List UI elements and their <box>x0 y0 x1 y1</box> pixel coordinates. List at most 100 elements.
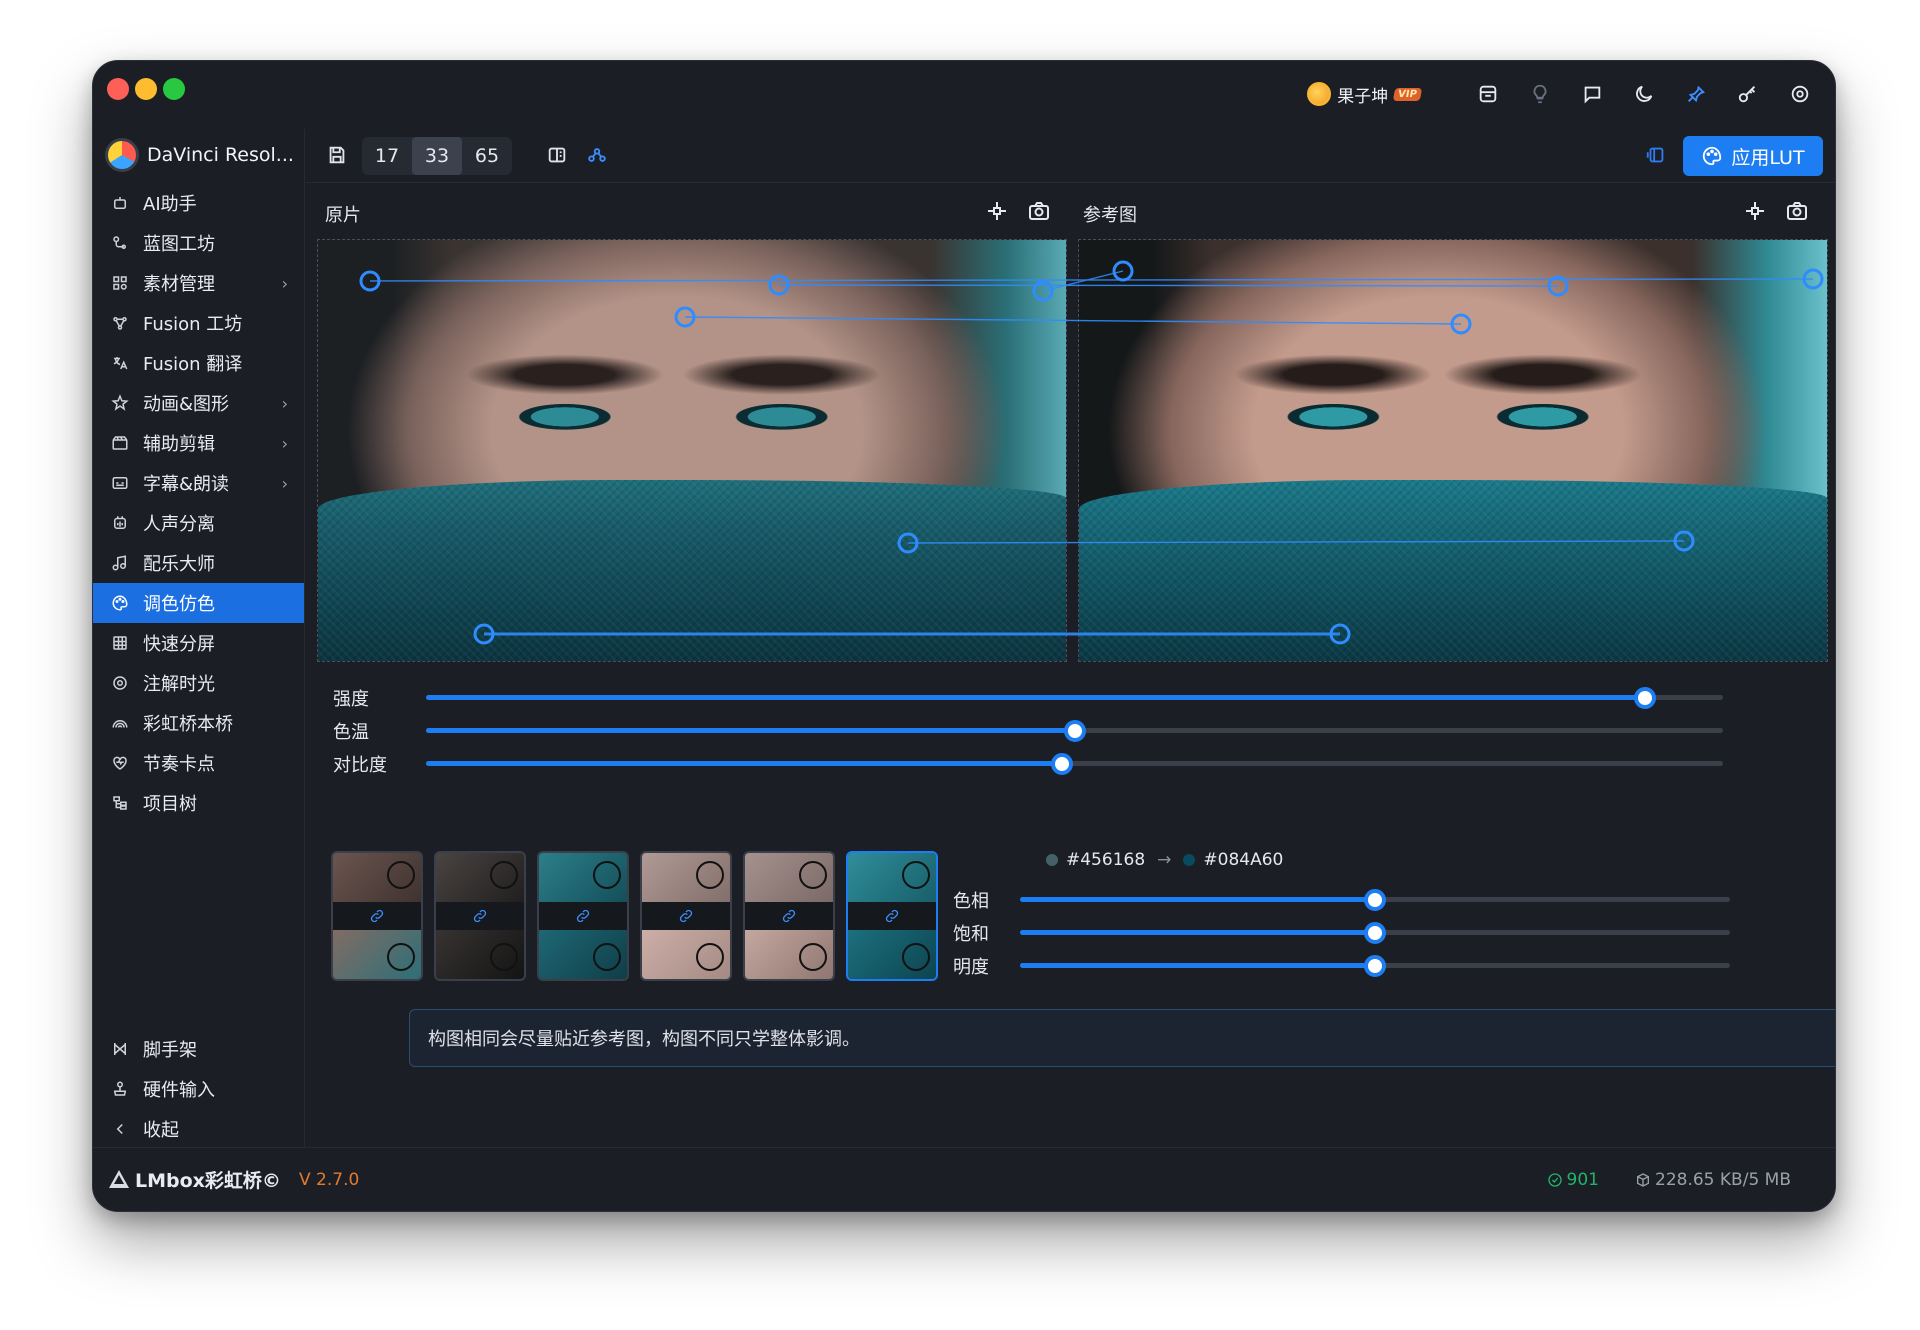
color-picker-ring[interactable] <box>593 943 621 971</box>
slider-handle[interactable] <box>1050 752 1073 775</box>
color-picker-ring[interactable] <box>593 861 621 889</box>
message-icon[interactable] <box>1579 81 1605 107</box>
slider-fill <box>1020 930 1375 935</box>
color-picker-ring[interactable] <box>799 861 827 889</box>
save-icon[interactable] <box>326 144 348 170</box>
crosshair-icon[interactable] <box>985 199 1009 223</box>
slider-handle[interactable] <box>1364 954 1386 977</box>
key-icon[interactable] <box>1735 81 1761 107</box>
node-flow-icon[interactable] <box>586 144 608 170</box>
check-circle-icon <box>1547 1173 1562 1187</box>
music-icon <box>111 554 129 572</box>
sidebar-item-clapper[interactable]: 辅助剪辑 › <box>93 423 304 463</box>
color-pair-thumbnail[interactable] <box>434 851 526 981</box>
lightbulb-icon[interactable] <box>1527 81 1553 107</box>
user-profile[interactable]: 果子坤 VIP <box>1307 82 1423 107</box>
sidebar-item-annotation[interactable]: 注解时光 <box>93 663 304 703</box>
slider-handle[interactable] <box>1364 888 1386 911</box>
minimize-window-button[interactable] <box>135 78 157 100</box>
color-picker-ring[interactable] <box>696 943 724 971</box>
pin-icon[interactable] <box>1683 81 1709 107</box>
slider-value: 0.94 <box>1811 685 1835 706</box>
segment-33[interactable]: 33 <box>412 137 462 175</box>
slider-handle[interactable] <box>1063 719 1086 742</box>
tree-icon <box>111 794 129 812</box>
sidebar-item-voice[interactable]: 人声分离 <box>93 503 304 543</box>
reference-image[interactable] <box>1078 239 1828 662</box>
slider-track[interactable] <box>1020 888 1730 911</box>
link-icon[interactable] <box>333 902 421 930</box>
slider-fill <box>426 728 1075 733</box>
color-picker-ring[interactable] <box>696 861 724 889</box>
slider-handle[interactable] <box>1364 921 1386 944</box>
color-pair-thumbnail[interactable] <box>743 851 835 981</box>
crosshair-icon[interactable] <box>1743 199 1767 223</box>
sidebar-item-blueprint[interactable]: 蓝图工坊 <box>93 223 304 263</box>
sidebar-item-label: Fusion 工坊 <box>143 314 243 335</box>
sidebar-item-tree[interactable]: 项目树 <box>93 783 304 823</box>
sidebar-item-translate[interactable]: Fusion 翻译 <box>93 343 304 383</box>
color-match-pair: #456168 → #084A60 <box>1046 850 1283 870</box>
compare-icon[interactable] <box>546 144 568 170</box>
slider-track[interactable] <box>426 752 1723 775</box>
sidebar-item-label: 节奏卡点 <box>143 754 215 775</box>
sidebar-item-robot[interactable]: AI助手 <box>93 183 304 223</box>
panel-toggle-icon[interactable] <box>1645 144 1667 170</box>
color-pair-thumbnail[interactable] <box>640 851 732 981</box>
color-picker-ring[interactable] <box>490 943 518 971</box>
chevron-right-icon: › <box>281 433 288 453</box>
link-icon[interactable] <box>436 902 524 930</box>
moon-icon[interactable] <box>1631 81 1657 107</box>
subtitle-icon <box>111 474 129 492</box>
sidebar-item-assets[interactable]: 素材管理 › <box>93 263 304 303</box>
sidebar-item-subtitle[interactable]: 字幕&朗读 › <box>93 463 304 503</box>
sidebar-item-music[interactable]: 配乐大师 <box>93 543 304 583</box>
color-pair-thumbnail[interactable] <box>331 851 423 981</box>
sidebar-item-beat[interactable]: 节奏卡点 <box>93 743 304 783</box>
color-pair-thumbnail[interactable] <box>846 851 938 981</box>
segment-17[interactable]: 17 <box>362 137 412 175</box>
color-picker-ring[interactable] <box>799 943 827 971</box>
slider-track[interactable] <box>1020 954 1730 977</box>
sidebar-item-palette[interactable]: 调色仿色 <box>93 583 304 623</box>
maximize-window-button[interactable] <box>163 78 185 100</box>
color-picker-ring[interactable] <box>490 861 518 889</box>
sidebar-item-joystick[interactable]: 硬件输入 <box>93 1069 304 1109</box>
color-picker-ring[interactable] <box>387 861 415 889</box>
segment-65[interactable]: 65 <box>462 137 512 175</box>
slider-track[interactable] <box>426 686 1723 709</box>
sidebar-item-rainbow[interactable]: 彩虹桥本桥 <box>93 703 304 743</box>
link-icon[interactable] <box>745 902 833 930</box>
vip-badge: VIP <box>1393 87 1423 101</box>
link-icon[interactable] <box>539 902 627 930</box>
camera-icon[interactable] <box>1785 199 1809 223</box>
sidebar-item-animation[interactable]: 动画&图形 › <box>93 383 304 423</box>
color-picker-ring[interactable] <box>902 943 930 971</box>
color-picker-ring[interactable] <box>902 861 930 889</box>
palette-icon <box>111 594 129 612</box>
close-window-button[interactable] <box>107 78 129 100</box>
sidebar-item-grid[interactable]: 快速分屏 <box>93 623 304 663</box>
sidebar-item-collapse[interactable]: 收起 <box>93 1109 304 1149</box>
slider-value: 1.00 <box>1811 920 1835 941</box>
sidebar-item-scaffold[interactable]: 脚手架 <box>93 1029 304 1069</box>
color-picker-ring[interactable] <box>387 943 415 971</box>
link-icon[interactable] <box>848 902 936 930</box>
sidebar-item-label: 字幕&朗读 <box>143 474 230 495</box>
color-pair-thumbnail[interactable] <box>537 851 629 981</box>
camera-icon[interactable] <box>1027 199 1051 223</box>
slider-track[interactable] <box>426 719 1723 742</box>
slider-handle[interactable] <box>1634 686 1657 709</box>
brand[interactable]: DaVinci Resol... <box>93 129 304 181</box>
settings-icon[interactable] <box>1787 81 1813 107</box>
target-color-hex: #084A60 <box>1203 850 1284 870</box>
slider-track[interactable] <box>1020 921 1730 944</box>
link-icon[interactable] <box>642 902 730 930</box>
slider-value: 0.00 <box>1811 718 1835 739</box>
apply-lut-button[interactable]: 应用LUT <box>1683 136 1823 176</box>
slider-label: 对比度 <box>333 755 387 776</box>
sidebar-item-fusion[interactable]: Fusion 工坊 <box>93 303 304 343</box>
store-icon[interactable] <box>1475 81 1501 107</box>
usage-count: 901 <box>1547 1170 1599 1190</box>
original-image[interactable] <box>317 239 1067 662</box>
